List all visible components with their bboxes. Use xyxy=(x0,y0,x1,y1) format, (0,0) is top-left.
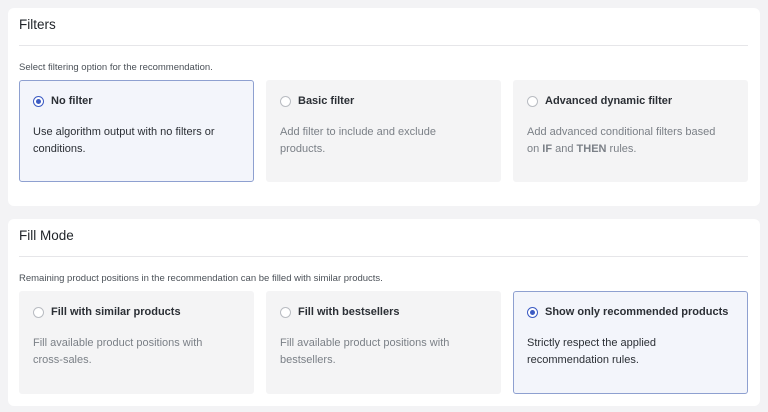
filters-options: No filter Use algorithm output with no f… xyxy=(19,80,748,182)
fill-mode-description: Remaining product positions in the recom… xyxy=(19,273,383,284)
filter-option-basic-filter[interactable]: Basic filter Add filter to include and e… xyxy=(266,80,501,182)
filter-option-advanced-dynamic-filter[interactable]: Advanced dynamic filter Add advanced con… xyxy=(513,80,748,182)
option-description: Add filter to include and exclude produc… xyxy=(280,126,436,155)
option-label: Fill with bestsellers xyxy=(298,306,400,318)
text-part: rules. xyxy=(606,143,637,155)
option-description: Add advanced conditional filters based o… xyxy=(527,124,734,158)
filters-panel: Filters Select filtering option for the … xyxy=(8,8,760,206)
keyword-if: IF xyxy=(542,143,553,155)
fill-mode-options: Fill with similar products Fill availabl… xyxy=(19,291,748,394)
radio-selected-icon[interactable] xyxy=(527,306,538,318)
fill-mode-panel: Fill Mode Remaining product positions in… xyxy=(8,219,760,406)
radio-selected-icon[interactable] xyxy=(33,95,44,107)
option-label: Advanced dynamic filter xyxy=(545,95,673,107)
radio-unselected-icon[interactable] xyxy=(280,95,291,107)
option-label: No filter xyxy=(51,95,93,107)
fill-mode-title: Fill Mode xyxy=(19,228,74,243)
filters-divider xyxy=(19,45,748,46)
radio-unselected-icon[interactable] xyxy=(527,95,538,107)
filters-description: Select filtering option for the recommen… xyxy=(19,62,213,73)
fill-option-similar-products[interactable]: Fill with similar products Fill availabl… xyxy=(19,291,254,394)
option-description: Strictly respect the applied recommendat… xyxy=(527,337,657,366)
radio-unselected-icon[interactable] xyxy=(280,306,291,318)
option-label: Show only recommended products xyxy=(545,306,729,318)
filters-title: Filters xyxy=(19,17,56,32)
option-description: Fill available product positions with be… xyxy=(280,337,450,366)
fill-mode-divider xyxy=(19,256,748,257)
keyword-then: THEN xyxy=(576,143,607,155)
fill-option-bestsellers[interactable]: Fill with bestsellers Fill available pro… xyxy=(266,291,501,394)
option-description: Fill available product positions with cr… xyxy=(33,337,203,366)
option-description: Use algorithm output with no filters or … xyxy=(33,126,215,155)
filter-option-no-filter[interactable]: No filter Use algorithm output with no f… xyxy=(19,80,254,182)
option-label: Basic filter xyxy=(298,95,355,107)
text-part: and xyxy=(552,143,577,155)
radio-unselected-icon[interactable] xyxy=(33,306,44,318)
fill-option-only-recommended[interactable]: Show only recommended products Strictly … xyxy=(513,291,748,394)
option-label: Fill with similar products xyxy=(51,306,181,318)
